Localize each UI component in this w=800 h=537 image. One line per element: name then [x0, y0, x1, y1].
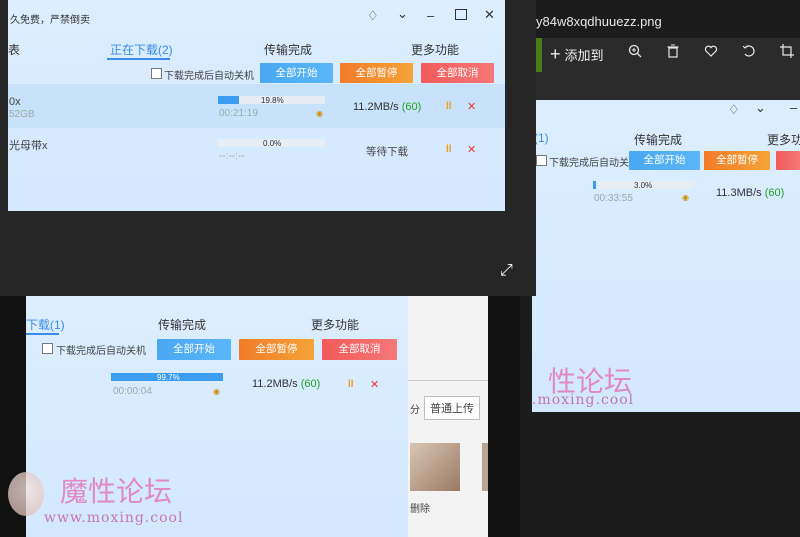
- preview-icon[interactable]: ◉: [316, 109, 323, 118]
- close-icon[interactable]: ✕: [484, 7, 495, 23]
- thumbnail-image[interactable]: [482, 443, 488, 491]
- tab-completed[interactable]: 传输完成: [158, 316, 206, 333]
- viewer-title: y84w8xqdhuuezz.png: [536, 14, 662, 29]
- download-speed: 11.2MB/s (60): [353, 101, 421, 113]
- speed-value: 11.2MB/s: [252, 378, 298, 390]
- active-tab-underline: [26, 333, 59, 335]
- cancel-icon[interactable]: ✕: [370, 378, 379, 391]
- pause-icon[interactable]: ll: [446, 101, 452, 112]
- delete-icon[interactable]: [665, 44, 681, 60]
- cancel-all-button[interactable]: 全部取消: [421, 63, 494, 83]
- tab-downloading[interactable]: 正在下载(2): [110, 41, 173, 58]
- preview-icon[interactable]: ◉: [213, 387, 220, 396]
- watermark-text: 魔性论坛: [60, 475, 173, 508]
- rotate-icon[interactable]: [741, 44, 757, 60]
- start-all-button[interactable]: 全部开始: [629, 151, 700, 170]
- minimize-icon[interactable]: –: [427, 8, 434, 23]
- peer-count: (60): [300, 378, 321, 390]
- zoom-in-icon[interactable]: [627, 44, 643, 60]
- pause-icon[interactable]: ll: [446, 144, 452, 155]
- heart-icon[interactable]: [703, 44, 719, 60]
- active-tab-underline: [107, 58, 170, 60]
- progress-percent: 19.8%: [261, 96, 284, 105]
- pause-icon[interactable]: ll: [348, 379, 354, 390]
- auto-shutdown-checkbox[interactable]: [42, 343, 53, 354]
- tab-downloading[interactable]: (1): [534, 131, 549, 145]
- tab-list-fragment[interactable]: 表: [8, 41, 20, 58]
- window-title: 久免费，严禁倒卖: [10, 15, 90, 26]
- selected-row-bg: [8, 84, 505, 128]
- skin-icon[interactable]: ♢: [728, 102, 740, 118]
- tab-completed[interactable]: 传输完成: [634, 131, 682, 148]
- tab-downloading[interactable]: 下载(1): [26, 316, 65, 333]
- progress-percent: 3.0%: [634, 181, 653, 190]
- progress-fill: [218, 96, 240, 104]
- peer-count: (60): [764, 187, 785, 199]
- plus-icon: +: [550, 44, 561, 64]
- skin-icon[interactable]: ♢: [367, 8, 379, 24]
- cancel-all-button[interactable]: [776, 151, 800, 170]
- file-name: 光母带x: [9, 140, 48, 152]
- watermark-url: www.moxing.cool: [44, 510, 184, 526]
- chevron-down-icon[interactable]: ⌄: [397, 6, 408, 22]
- speed-value: 11.2MB/s: [353, 101, 399, 113]
- divider: [408, 380, 488, 381]
- tab-more-features[interactable]: 更多功能: [311, 316, 359, 333]
- auto-shutdown-label: 下载完成后自动关机: [56, 346, 146, 357]
- auto-shutdown-label: 下载完成后自动关机: [549, 158, 639, 169]
- start-all-button[interactable]: 全部开始: [260, 63, 333, 83]
- tab-normal-upload[interactable]: 普通上传: [424, 396, 480, 420]
- file-name: 0x: [9, 96, 21, 108]
- add-to-button[interactable]: + 添加到: [550, 44, 604, 65]
- maximize-icon[interactable]: [455, 9, 467, 20]
- delete-label[interactable]: 删除: [410, 500, 430, 515]
- watermark-url: .moxing.cool: [532, 392, 635, 408]
- download-speed: 11.2MB/s (60): [252, 378, 320, 390]
- expand-icon[interactable]: ⤢: [500, 262, 513, 280]
- remaining-time: --:--:--: [219, 151, 245, 162]
- preview-icon[interactable]: ◉: [682, 193, 689, 202]
- auto-shutdown-checkbox[interactable]: [151, 68, 162, 79]
- cancel-icon[interactable]: ✕: [467, 143, 476, 156]
- remaining-time: 00:21:19: [219, 108, 258, 119]
- tab-fragment[interactable]: 分: [410, 401, 420, 416]
- pause-all-button[interactable]: 全部暂停: [239, 339, 314, 360]
- remaining-time: 00:33:55: [594, 193, 633, 204]
- cancel-all-button[interactable]: 全部取消: [322, 339, 397, 360]
- auto-shutdown-checkbox[interactable]: [536, 155, 547, 166]
- progress-percent: 99.7%: [157, 373, 180, 382]
- pause-all-button[interactable]: 全部暂停: [340, 63, 413, 83]
- file-size: 52GB: [9, 109, 35, 120]
- add-to-label: 添加到: [564, 48, 604, 63]
- start-all-button[interactable]: 全部开始: [157, 339, 231, 360]
- auto-shutdown-label: 下载完成后自动关机: [164, 71, 254, 82]
- minimize-icon[interactable]: –: [790, 100, 797, 115]
- progress-fill: [593, 181, 596, 189]
- tab-completed[interactable]: 传输完成: [264, 41, 312, 58]
- tab-more-features[interactable]: 更多功能: [767, 131, 800, 148]
- progress-percent: 0.0%: [263, 139, 282, 148]
- pause-all-button[interactable]: 全部暂停: [704, 151, 770, 170]
- thumbnail-image[interactable]: [410, 443, 460, 491]
- mascot-logo: [8, 472, 44, 516]
- speed-value: 11.3MB/s: [716, 187, 762, 199]
- crop-icon[interactable]: [779, 44, 795, 60]
- download-speed: 11.3MB/s (60): [716, 187, 784, 199]
- tab-more-features[interactable]: 更多功能: [411, 41, 459, 58]
- peer-count: (60): [401, 101, 422, 113]
- remaining-time: 00:00:04: [113, 386, 152, 397]
- chevron-down-icon[interactable]: ⌄: [755, 100, 766, 116]
- waiting-status: 等待下载: [366, 146, 408, 158]
- cancel-icon[interactable]: ✕: [467, 100, 476, 113]
